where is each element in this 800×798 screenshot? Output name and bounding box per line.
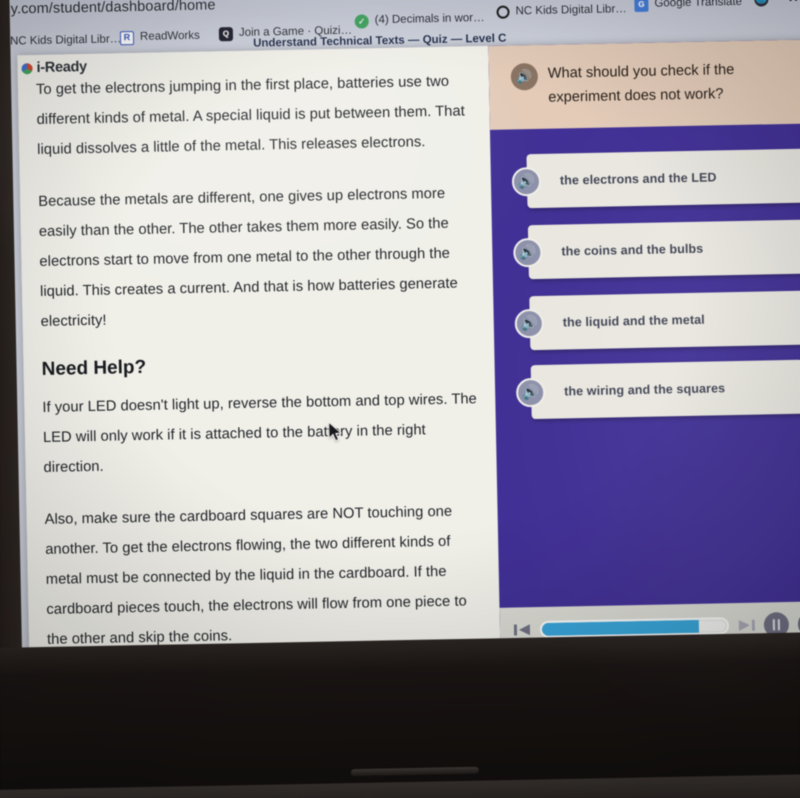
help-paragraph-2: Also, make sure the cardboard squares ar… [44,503,467,648]
next-button[interactable] [738,617,756,632]
address-bar-url[interactable]: ady.com/student/dashboard/home [0,0,216,18]
question-text: What should you check if the experiment … [547,61,735,106]
answer-choice-3[interactable]: 🔊 the liquid and the metal [514,290,800,351]
bookmark-nc-kids-digital-library-2[interactable]: NC Kids Digital Libr… [496,2,627,19]
bookmark-label: Google Translate [654,0,743,10]
quiz-panel: 🔊 What should you check if the experimen… [488,39,800,652]
answer-choice-label: the electrons and the LED [559,170,717,188]
speaker-icon[interactable]: 🔊 [513,237,543,267]
iready-app-window: i-Ready To get the electrons jumping in … [17,39,800,662]
speaker-icon[interactable]: 🔊 [514,308,545,338]
iready-mark-icon [21,62,33,74]
answer-choice-1[interactable]: 🔊 the electrons and the LED [511,148,800,209]
iready-brand-label: i-Ready [36,58,88,76]
bookmark-decimals-in-words[interactable]: (4) Decimals in wor… [354,12,485,29]
answer-choice-label: the coins and the bulbs [561,241,704,259]
readworks-icon: R [119,31,135,46]
answer-choice-2[interactable]: 🔊 the coins and the bulbs [513,219,800,280]
google-translate-icon [634,0,649,12]
laptop-screen-photo: ady.com/student/dashboard/home NC Kids D… [0,0,800,798]
laptop-bezel-bottom [0,631,800,798]
screen-content: ady.com/student/dashboard/home NC Kids D… [0,0,800,662]
green-check-icon [354,14,369,29]
pause-icon [772,618,781,630]
bookmark-readworks[interactable]: R ReadWorks [119,29,200,46]
reading-passage[interactable]: To get the electrons jumping in the firs… [17,45,501,662]
w-app-icon [786,0,800,4]
bookmark-label: NC Kids Digital Libr… [515,2,627,18]
speaker-icon[interactable]: 🔊 [511,166,542,196]
passage-paragraph-2: Because the metals are different, one gi… [38,185,458,330]
answer-choice-4[interactable]: 🔊 the wiring and the squares [515,359,800,420]
answer-choice-label: the wiring and the squares [564,381,726,399]
bookmark-label: (4) Decimals in wor… [374,12,485,27]
bookmark-label: ReadWorks [139,29,200,44]
progress-bar-fill [541,619,700,636]
iready-logo: i-Ready [21,59,87,76]
bookmark-w-app[interactable] [786,0,800,4]
previous-button[interactable] [513,622,531,637]
answer-choice-label: the liquid and the metal [562,312,705,330]
question-header: 🔊 What should you check if the experimen… [488,39,800,130]
help-paragraph-1: If your LED doesn't light up, reverse th… [42,391,477,476]
bookmark-globe[interactable] [754,0,769,7]
quizizz-icon [218,27,234,42]
need-help-heading: Need Help? [41,356,147,380]
speaker-icon[interactable]: 🔊 [515,377,546,407]
bookmark-nc-kids-digital-library-1[interactable]: NC Kids Digital Libr… [0,33,121,49]
bookmark-label: NC Kids Digital Libr… [9,33,122,48]
speaker-icon[interactable]: 🔊 [510,62,539,91]
circle-outline-icon [496,5,510,19]
globe-icon [754,0,769,7]
passage-paragraph-1: To get the electrons jumping in the firs… [35,73,465,159]
